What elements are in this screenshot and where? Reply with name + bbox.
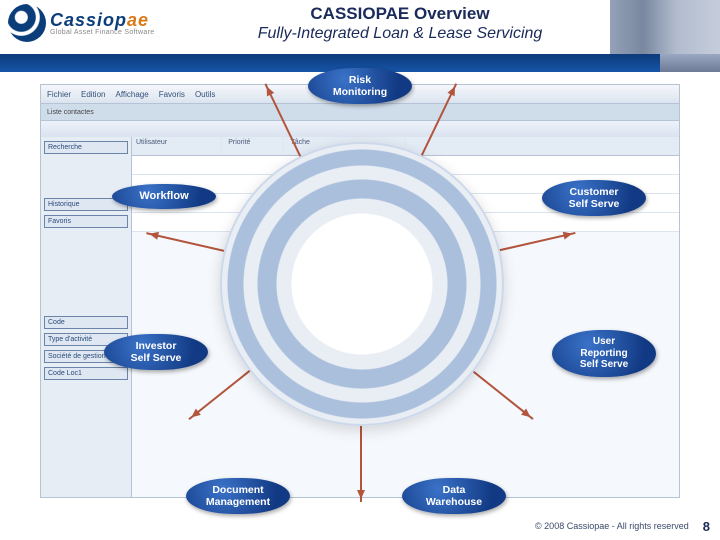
app-tabstrip: Liste contactes bbox=[41, 104, 679, 121]
brand-logo: Cassiopae Global Asset Finance Software bbox=[8, 4, 154, 42]
bubble-workflow: Workflow bbox=[112, 184, 216, 209]
menu-item: Edition bbox=[81, 90, 105, 99]
header-decor-image bbox=[610, 0, 720, 54]
menu-item: Outils bbox=[195, 90, 215, 99]
page-number: 8 bbox=[703, 519, 710, 534]
bubble-risk-monitoring: RiskMonitoring bbox=[308, 68, 412, 104]
sidebar-field: Code bbox=[44, 316, 128, 329]
logo-swirl-icon bbox=[8, 4, 46, 42]
logo-tagline: Global Asset Finance Software bbox=[50, 29, 154, 36]
bubble-customer-self-serve: CustomerSelf Serve bbox=[542, 180, 646, 216]
center-ring-graphic bbox=[220, 142, 504, 426]
diagram-stage: Fichier Edition Affichage Favoris Outils… bbox=[0, 72, 720, 510]
bubble-investor-self-serve: InvestorSelf Serve bbox=[104, 334, 208, 370]
menu-item: Fichier bbox=[47, 90, 71, 99]
bubble-data-warehouse: DataWarehouse bbox=[402, 478, 506, 514]
menu-item: Affichage bbox=[115, 90, 148, 99]
slide-footer: © 2008 Cassiopae - All rights reserved 8 bbox=[0, 512, 720, 540]
sidebar-block: Favoris bbox=[44, 215, 128, 228]
logo-text: Cassiopae bbox=[50, 10, 154, 31]
title-block: CASSIOPAE Overview Fully-Integrated Loan… bbox=[200, 4, 600, 43]
sidebar-block: Recherche bbox=[44, 141, 128, 154]
sidebar-field: Code Loc1 bbox=[44, 367, 128, 380]
bubble-user-reporting-self-serve: UserReportingSelf Serve bbox=[552, 330, 656, 377]
page-subtitle: Fully-Integrated Loan & Lease Servicing bbox=[200, 25, 600, 43]
page-title: CASSIOPAE Overview bbox=[200, 4, 600, 24]
copyright-text: © 2008 Cassiopae - All rights reserved bbox=[535, 521, 689, 531]
app-tab: Liste contactes bbox=[47, 109, 94, 116]
slide-header: Cassiopae Global Asset Finance Software … bbox=[0, 0, 720, 64]
bubble-document-management: DocumentManagement bbox=[186, 478, 290, 514]
menu-item: Favoris bbox=[159, 90, 185, 99]
